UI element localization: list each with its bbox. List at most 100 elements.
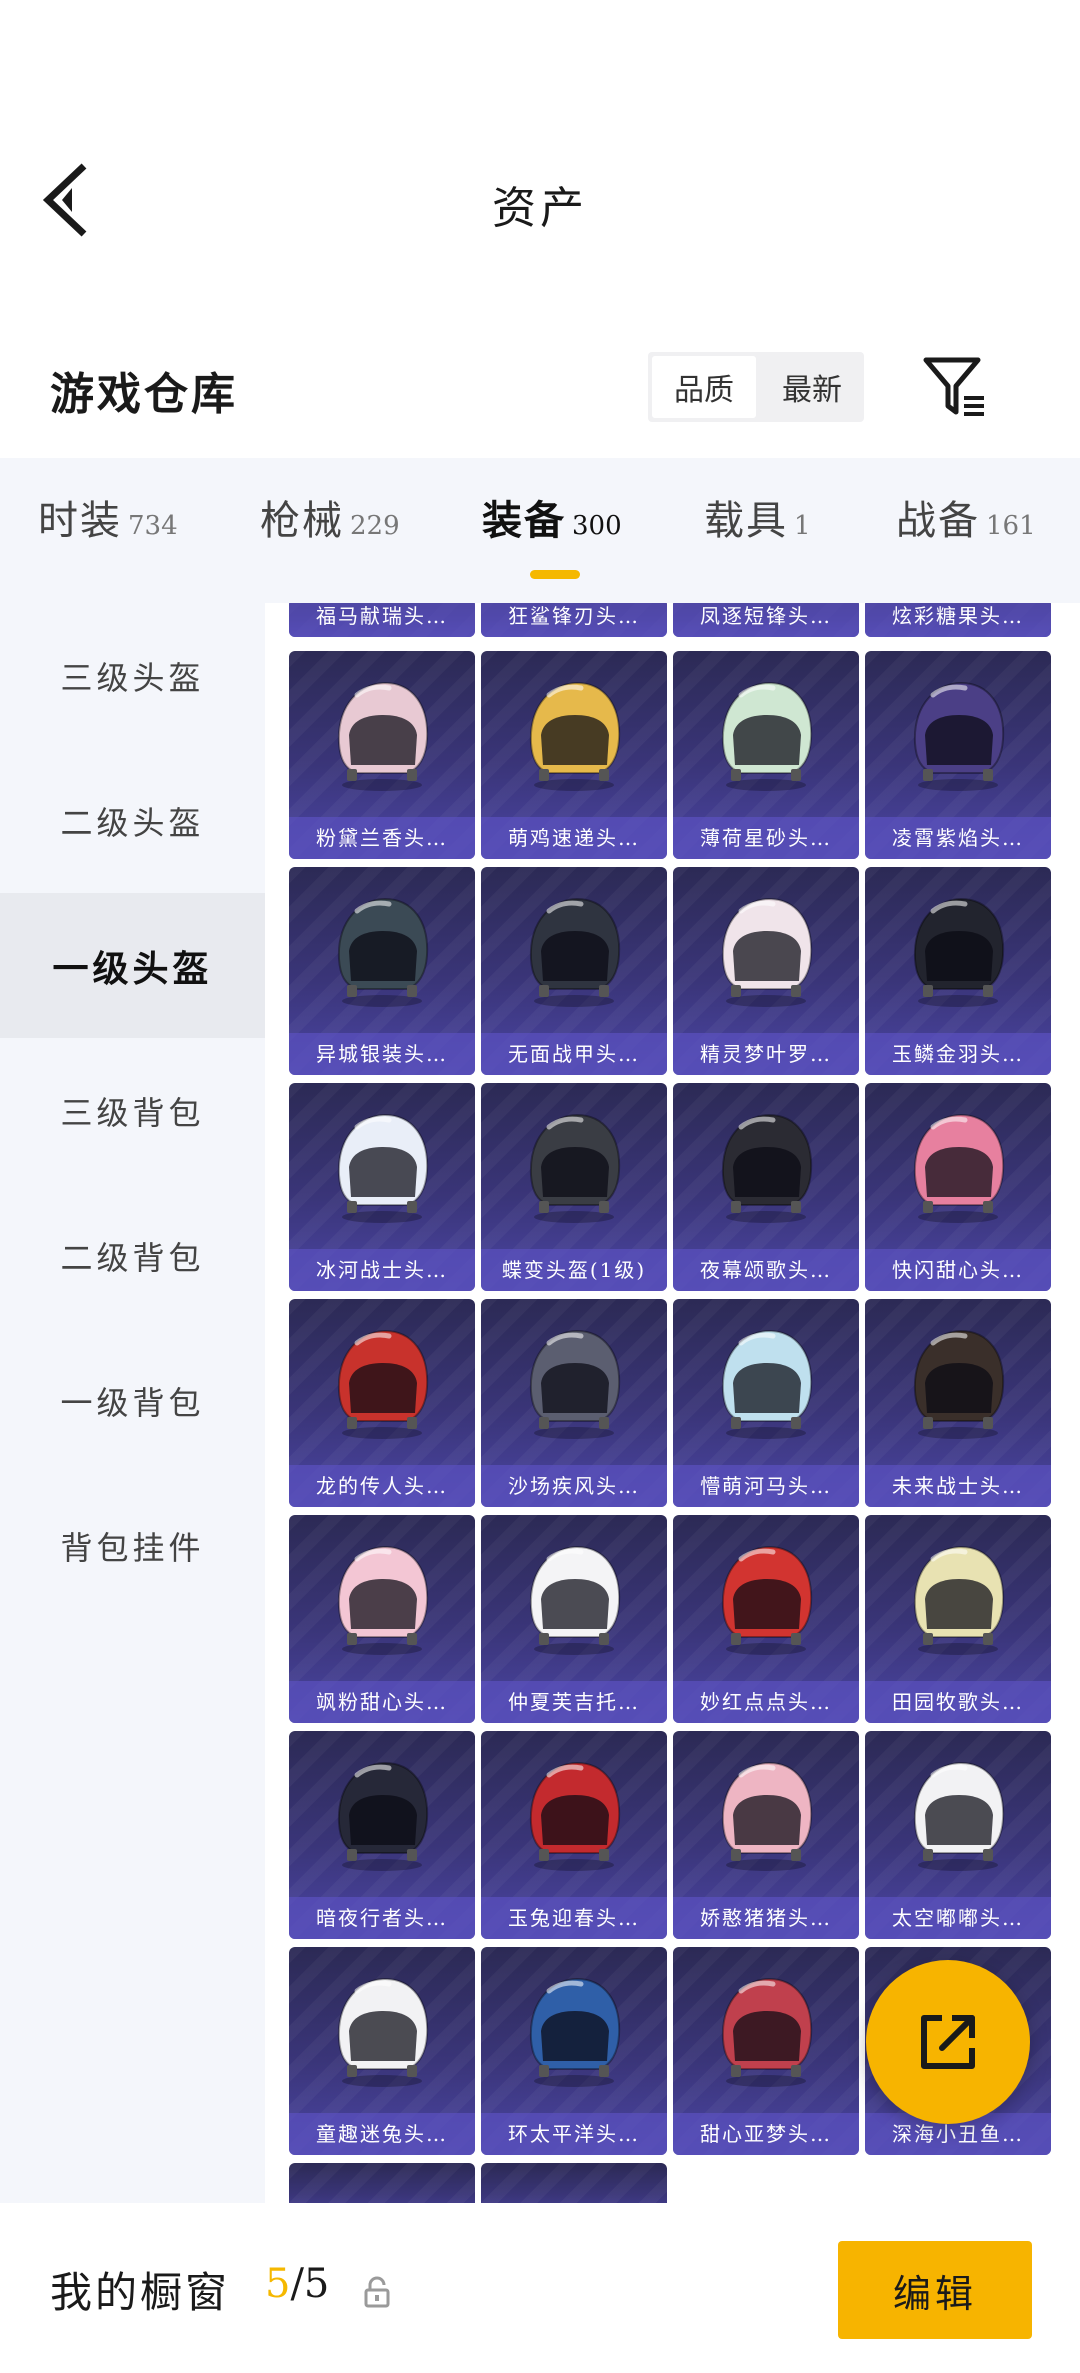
share-fab-button[interactable] bbox=[866, 1960, 1030, 2124]
helmet-image bbox=[529, 1113, 621, 1223]
bottom-bar: 我的橱窗 5/5 编辑 bbox=[0, 2203, 1080, 2373]
item-card[interactable]: 快闪甜心头… bbox=[865, 1083, 1051, 1291]
item-name: 萌鸡速递头… bbox=[481, 817, 667, 859]
tab-supplies[interactable]: 战备 161 bbox=[896, 488, 1036, 558]
item-card[interactable]: 萌鸡速递头… bbox=[481, 651, 667, 859]
tab-count: 734 bbox=[128, 511, 178, 541]
helmet-image bbox=[529, 1545, 621, 1655]
item-card[interactable]: 炫彩糖果头… bbox=[865, 603, 1051, 637]
helmet-image bbox=[913, 1329, 1005, 1439]
item-card[interactable]: 仲夏芙吉托… bbox=[481, 1515, 667, 1723]
item-name: 无面战甲头… bbox=[481, 1033, 667, 1075]
item-card[interactable]: 夜幕颂歌头… bbox=[673, 1083, 859, 1291]
item-card[interactable]: 童趣迷兔头… bbox=[289, 1947, 475, 2155]
top-bar: 资产 bbox=[0, 0, 1080, 330]
page-title: 资产 bbox=[492, 183, 588, 234]
item-card[interactable]: 玉兔迎春头… bbox=[481, 1731, 667, 1939]
item-card[interactable]: 蝶变头盔(1级) bbox=[481, 1083, 667, 1291]
item-card[interactable]: 狂鲨锋刃头… bbox=[481, 603, 667, 637]
item-card[interactable]: 懵萌河马头… bbox=[673, 1299, 859, 1507]
tab-vehicles[interactable]: 载具 1 bbox=[704, 488, 811, 558]
item-card[interactable]: 无面战甲头… bbox=[481, 867, 667, 1075]
sidebar-item-level1-helmet[interactable]: 一级头盔 bbox=[0, 893, 265, 1038]
item-name: 炫彩糖果头… bbox=[865, 603, 1051, 637]
item-card[interactable]: 薄荷星砂头… bbox=[673, 651, 859, 859]
item-name: 凌霄紫焰头… bbox=[865, 817, 1051, 859]
sidebar-item-level2-backpack[interactable]: 二级背包 bbox=[0, 1183, 265, 1328]
tab-label: 时装 bbox=[38, 498, 122, 544]
sidebar-item-level1-backpack[interactable]: 一级背包 bbox=[0, 1328, 265, 1473]
external-link-icon bbox=[921, 2015, 975, 2069]
item-card[interactable]: 精灵梦叶罗… bbox=[673, 867, 859, 1075]
filter-button[interactable] bbox=[920, 352, 990, 422]
showcase-label: 我的橱窗 bbox=[50, 2268, 231, 2317]
helmet-image bbox=[721, 1761, 813, 1871]
helmet-image bbox=[337, 1545, 429, 1655]
tab-equipment[interactable]: 装备 300 bbox=[482, 488, 622, 558]
sort-quality-option[interactable]: 品质 bbox=[652, 356, 756, 418]
item-card[interactable]: 田园牧歌头… bbox=[865, 1515, 1051, 1723]
card-background-pattern bbox=[481, 2163, 667, 2203]
item-card[interactable]: 妙红点点头… bbox=[673, 1515, 859, 1723]
item-name: 狂鲨锋刃头… bbox=[481, 603, 667, 637]
item-card[interactable]: 龙的传人头… bbox=[289, 1299, 475, 1507]
item-name: 薄荷星砂头… bbox=[673, 817, 859, 859]
item-name: 田园牧歌头… bbox=[865, 1681, 1051, 1723]
helmet-image bbox=[529, 1329, 621, 1439]
item-name: 玉兔迎春头… bbox=[481, 1897, 667, 1939]
helmet-image bbox=[721, 681, 813, 791]
item-card[interactable]: 沙场疾风头… bbox=[481, 1299, 667, 1507]
helmet-image bbox=[913, 1545, 1005, 1655]
sort-toggle: 品质 最新 bbox=[648, 352, 864, 422]
item-name: 太空嘟嘟头… bbox=[865, 1897, 1051, 1939]
sidebar-item-level3-helmet[interactable]: 三级头盔 bbox=[0, 603, 265, 748]
item-name: 龙的传人头… bbox=[289, 1465, 475, 1507]
helmet-image bbox=[913, 681, 1005, 791]
helmet-image bbox=[529, 681, 621, 791]
tab-label: 枪械 bbox=[260, 498, 344, 544]
item-name: 暗夜行者头… bbox=[289, 1897, 475, 1939]
helmet-image bbox=[337, 1113, 429, 1223]
tab-count: 161 bbox=[986, 511, 1036, 541]
sidebar-item-level3-backpack[interactable]: 三级背包 bbox=[0, 1038, 265, 1183]
item-card[interactable] bbox=[481, 2163, 667, 2203]
tab-label: 装备 bbox=[482, 497, 566, 544]
tab-fashion[interactable]: 时装 734 bbox=[38, 488, 178, 558]
item-card[interactable]: 未来战士头… bbox=[865, 1299, 1051, 1507]
tab-label: 载具 bbox=[704, 498, 788, 544]
section-header: 游戏仓库 品质 最新 bbox=[0, 340, 1080, 450]
item-card[interactable]: 玉鳞金羽头… bbox=[865, 867, 1051, 1075]
sidebar-item-backpack-charm[interactable]: 背包挂件 bbox=[0, 1473, 265, 1618]
item-card[interactable]: 娇憨猪猪头… bbox=[673, 1731, 859, 1939]
item-name: 冰河战士头… bbox=[289, 1249, 475, 1291]
helmet-image bbox=[529, 1977, 621, 2087]
sidebar-item-level2-helmet[interactable]: 二级头盔 bbox=[0, 748, 265, 893]
item-name: 妙红点点头… bbox=[673, 1681, 859, 1723]
item-card[interactable]: 太空嘟嘟头… bbox=[865, 1731, 1051, 1939]
item-card[interactable]: 冰河战士头… bbox=[289, 1083, 475, 1291]
tab-weapons[interactable]: 枪械 229 bbox=[260, 488, 400, 558]
item-card[interactable]: 飒粉甜心头… bbox=[289, 1515, 475, 1723]
showcase-current: 5 bbox=[265, 2261, 291, 2307]
item-card[interactable]: 凤逐短锋头… bbox=[673, 603, 859, 637]
helmet-image bbox=[721, 897, 813, 1007]
item-card[interactable]: 甜心亚梦头… bbox=[673, 1947, 859, 2155]
item-card[interactable]: 暗夜行者头… bbox=[289, 1731, 475, 1939]
item-card[interactable]: 粉黛兰香头… bbox=[289, 651, 475, 859]
helmet-image bbox=[337, 681, 429, 791]
item-name: 环太平洋头… bbox=[481, 2113, 667, 2155]
item-card[interactable]: 福马献瑞头… bbox=[289, 603, 475, 637]
section-title: 游戏仓库 bbox=[50, 369, 238, 420]
helmet-image bbox=[913, 897, 1005, 1007]
helmet-image bbox=[337, 1761, 429, 1871]
item-name: 精灵梦叶罗… bbox=[673, 1033, 859, 1075]
helmet-image bbox=[721, 1113, 813, 1223]
item-card[interactable] bbox=[289, 2163, 475, 2203]
edit-button[interactable]: 编辑 bbox=[838, 2241, 1032, 2339]
sort-newest-option[interactable]: 最新 bbox=[760, 352, 864, 422]
tab-count: 229 bbox=[350, 511, 400, 541]
item-card[interactable]: 环太平洋头… bbox=[481, 1947, 667, 2155]
item-card[interactable]: 凌霄紫焰头… bbox=[865, 651, 1051, 859]
item-card[interactable]: 异城银装头… bbox=[289, 867, 475, 1075]
item-name: 童趣迷兔头… bbox=[289, 2113, 475, 2155]
